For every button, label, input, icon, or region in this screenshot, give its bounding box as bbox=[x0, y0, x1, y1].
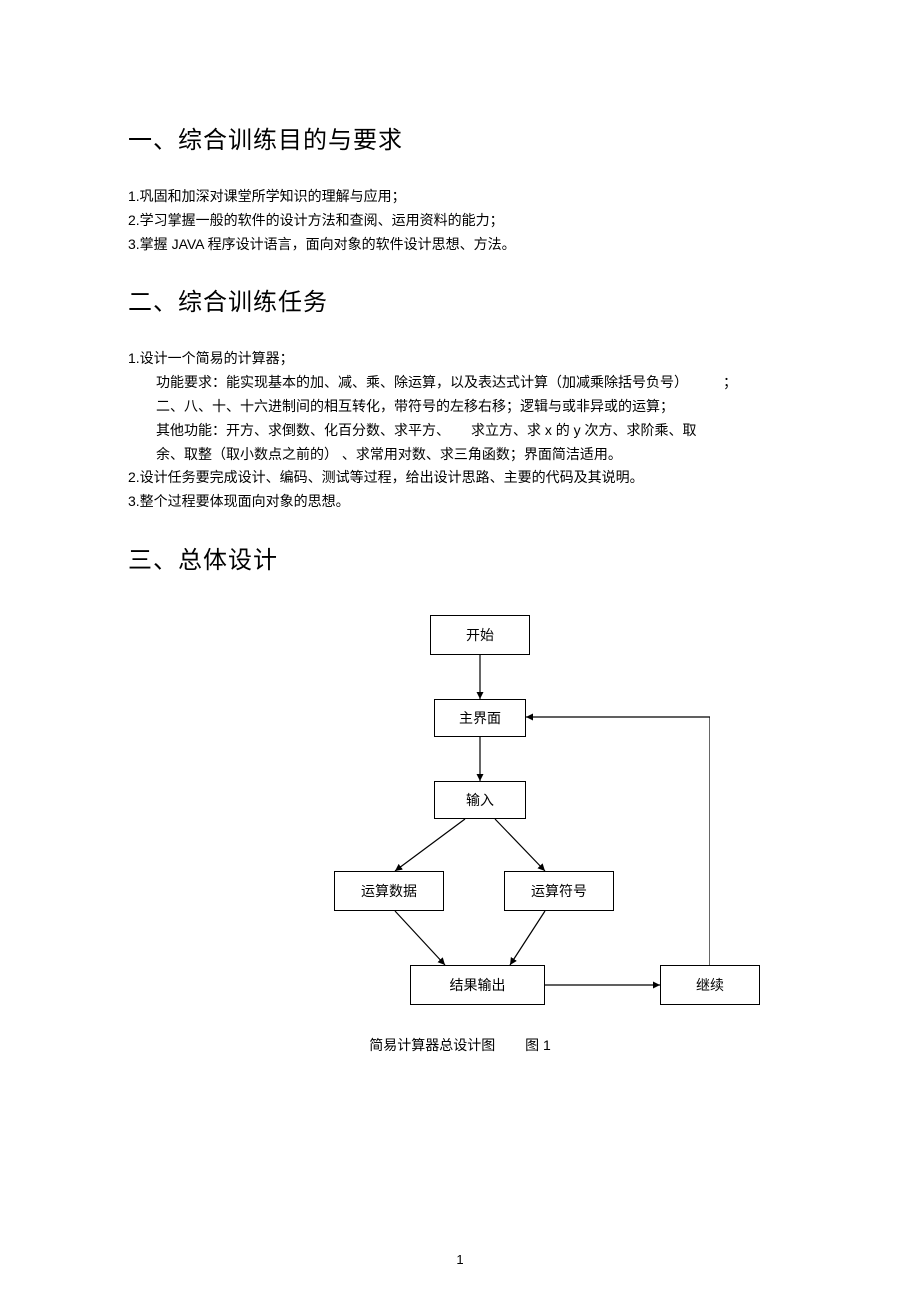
flowchart-arrows bbox=[210, 615, 710, 1075]
purpose-item: 2.学习掌握一般的软件的设计方法和查阅、运用资料的能力； bbox=[128, 209, 792, 233]
node-data: 运算数据 bbox=[334, 871, 444, 911]
node-start: 开始 bbox=[430, 615, 530, 655]
tasks-block: 1.设计一个简易的计算器； 功能要求：能实现基本的加、减、乘、除运算，以及表达式… bbox=[128, 347, 792, 514]
task-line: 余、取整（取小数点之前的） 、求常用对数、求三角函数；界面简洁适用。 bbox=[128, 443, 792, 467]
task-line: 3.整个过程要体现面向对象的思想。 bbox=[128, 490, 792, 514]
node-operator: 运算符号 bbox=[504, 871, 614, 911]
task-line: 2.设计任务要完成设计、编码、测试等过程，给出设计思路、主要的代码及其说明。 bbox=[128, 466, 792, 490]
node-main-ui: 主界面 bbox=[434, 699, 526, 737]
task-line: 1.设计一个简易的计算器； bbox=[128, 347, 792, 371]
task-line: 二、八、十、十六进制间的相互转化，带符号的左移右移；逻辑与或非异或的运算； bbox=[128, 395, 792, 419]
heading-purpose: 一、综合训练目的与要求 bbox=[128, 120, 792, 155]
flowchart-caption: 简易计算器总设计图 图 1 bbox=[210, 1035, 710, 1055]
task-line: 其他功能：开方、求倒数、化百分数、求平方、 求立方、求 x 的 y 次方、求阶乘… bbox=[128, 419, 792, 443]
node-result: 结果输出 bbox=[410, 965, 545, 1005]
heading-tasks: 二、综合训练任务 bbox=[128, 282, 792, 317]
node-input: 输入 bbox=[434, 781, 526, 819]
purpose-item: 1.巩固和加深对课堂所学知识的理解与应用； bbox=[128, 185, 792, 209]
purpose-item: 3.掌握 JAVA 程序设计语言，面向对象的软件设计思想、方法。 bbox=[128, 233, 792, 257]
purpose-list: 1.巩固和加深对课堂所学知识的理解与应用； 2.学习掌握一般的软件的设计方法和查… bbox=[128, 185, 792, 256]
caption-text: 简易计算器总设计图 bbox=[369, 1037, 495, 1053]
caption-figure-number: 图 1 bbox=[525, 1037, 551, 1053]
task-line: 功能要求：能实现基本的加、减、乘、除运算，以及表达式计算（加减乘除括号负号） ； bbox=[128, 371, 792, 395]
node-continue: 继续 bbox=[660, 965, 760, 1005]
page-number: 1 bbox=[0, 1252, 920, 1267]
heading-design: 三、总体设计 bbox=[128, 540, 792, 575]
page: 一、综合训练目的与要求 1.巩固和加深对课堂所学知识的理解与应用； 2.学习掌握… bbox=[0, 0, 920, 1301]
flowchart: 开始 主界面 输入 运算数据 运算符号 结果输出 继续 简易计算器总设计图 图 … bbox=[210, 615, 710, 1075]
